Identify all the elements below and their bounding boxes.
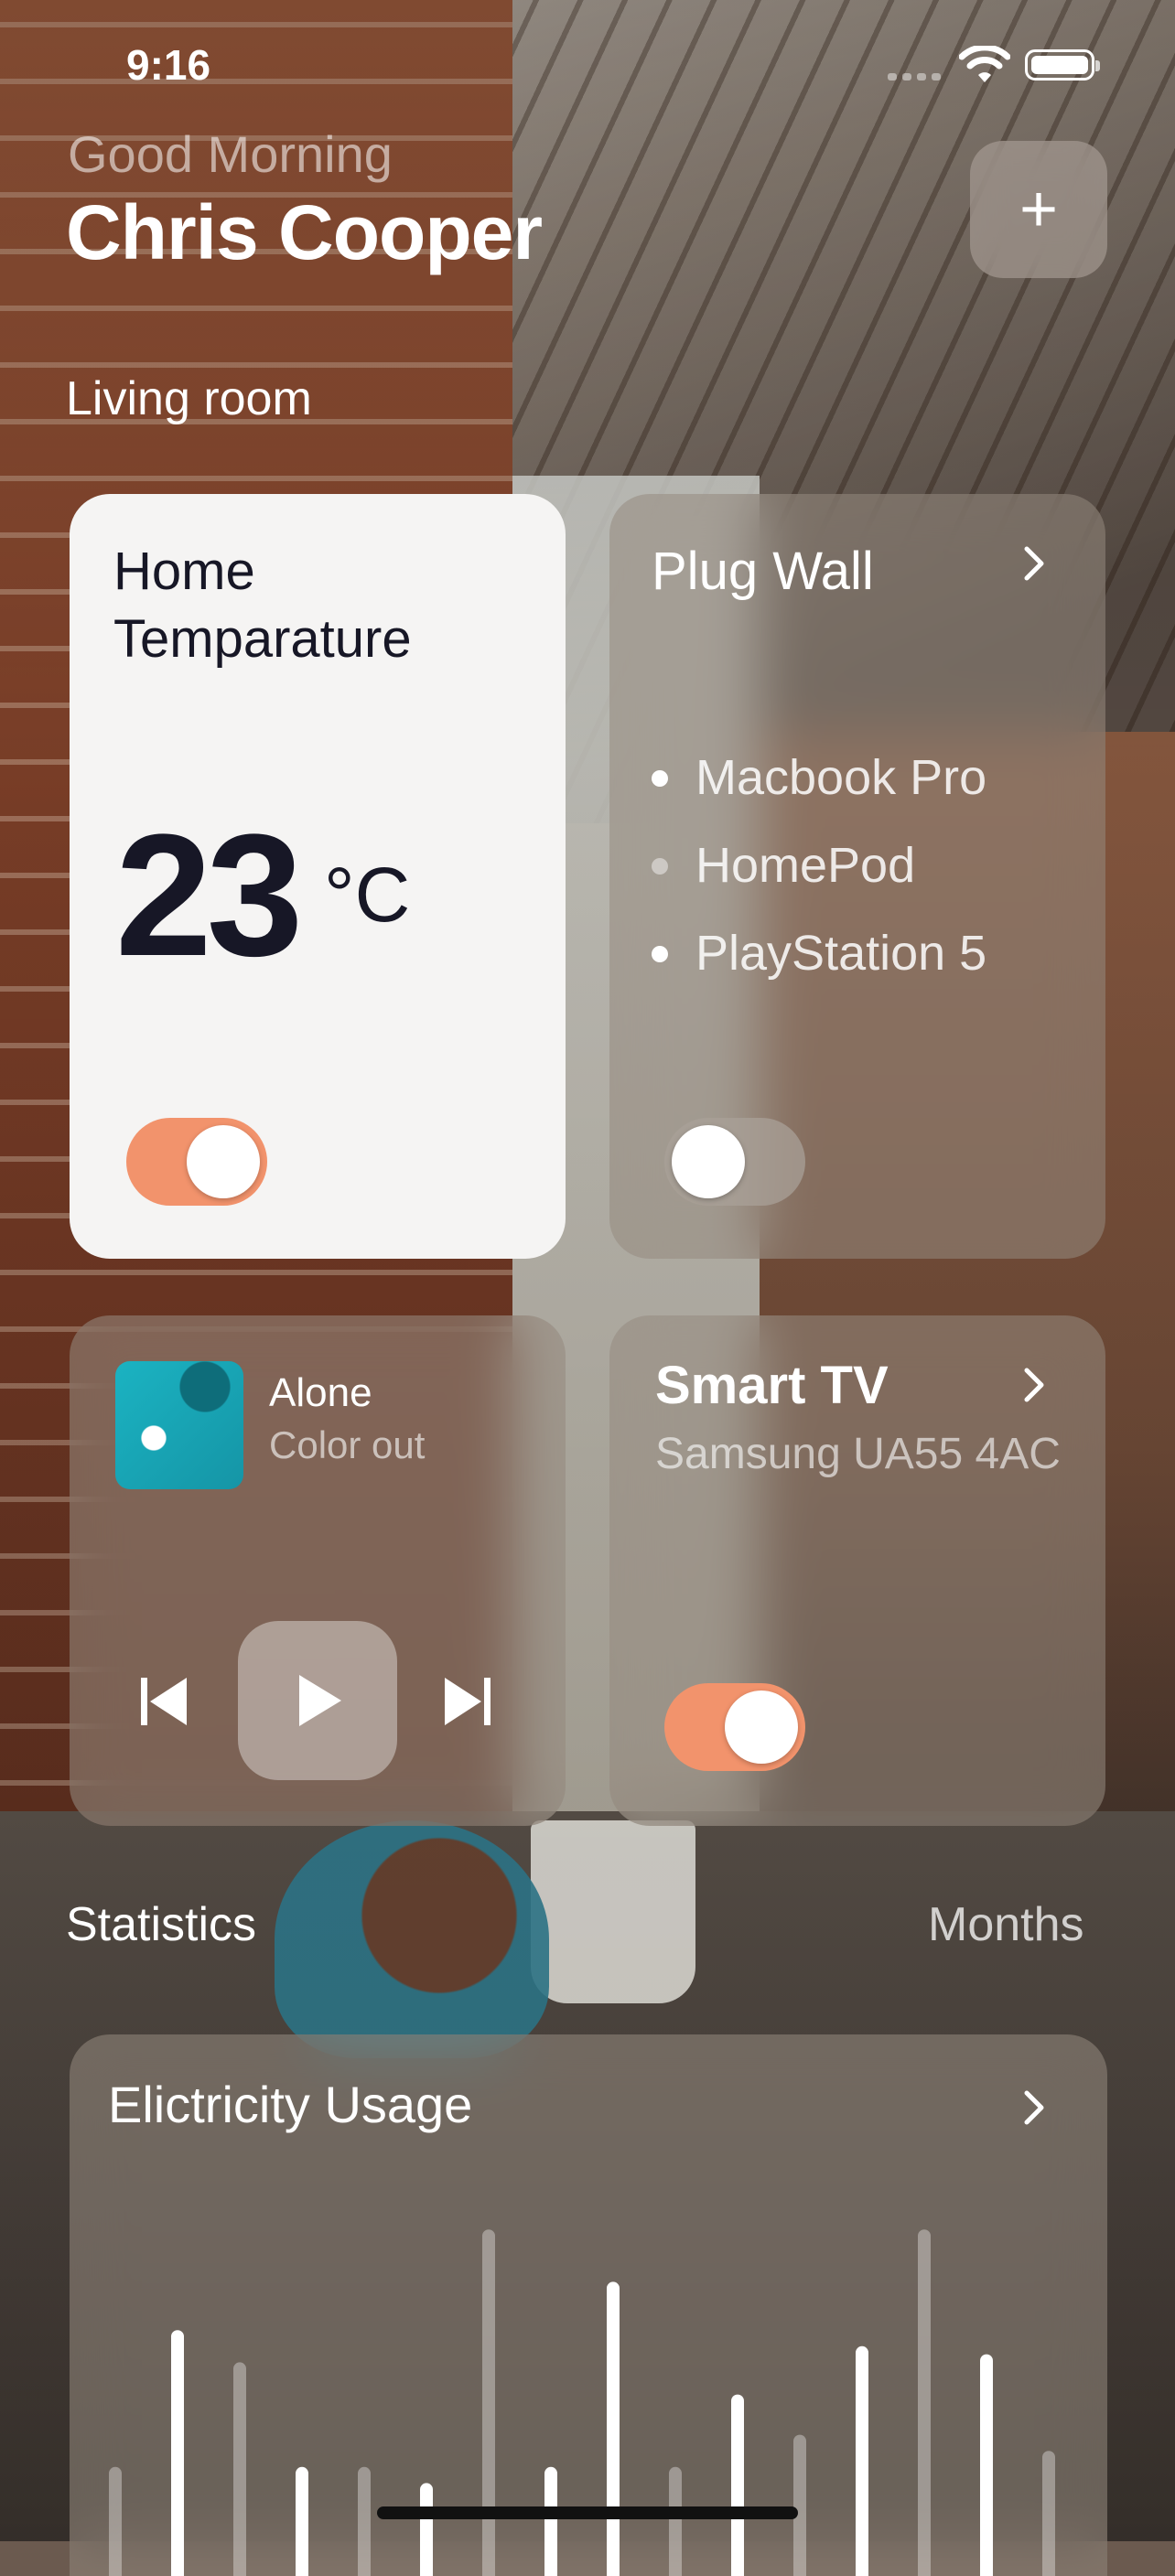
status-bar: 9:16 [0,0,1175,137]
usage-bar [171,2330,184,2576]
temperature-card[interactable]: Home Temparature 23 °C [70,494,566,1259]
usage-bar [980,2354,993,2576]
greeting-text: Good Morning [68,125,393,183]
user-name: Chris Cooper [66,189,543,275]
inactive-dot-icon [652,858,668,875]
plug-device-item: HomePod [652,821,986,909]
active-dot-icon [652,946,668,962]
section-title-living-room: Living room [66,372,312,425]
next-icon [445,1678,490,1725]
add-button[interactable]: + [970,141,1107,278]
plug-wall-title: Plug Wall [652,542,874,601]
temperature-card-title: Home Temparature [113,542,412,669]
smart-tv-title: Smart TV [655,1356,889,1415]
battery-icon [1025,49,1100,80]
usage-bar [544,2466,557,2576]
usage-bar [482,2229,495,2576]
plug-device-item: PlayStation 5 [652,909,986,997]
usage-bar [296,2466,308,2576]
chevron-right-icon[interactable] [1016,545,1052,582]
usage-bar [918,2229,931,2576]
usage-bar [669,2466,682,2576]
artist-name: Color out [269,1423,426,1466]
smart-tv-toggle[interactable] [664,1683,805,1771]
music-card[interactable]: Alone Color out [70,1315,566,1826]
plug-device-list: Macbook Pro HomePod PlayStation 5 [652,734,986,997]
song-title: Alone [269,1370,372,1415]
previous-icon [141,1678,187,1725]
status-time: 9:16 [126,41,211,89]
temperature-unit: °C [324,852,411,938]
usage-bar [233,2362,246,2576]
smart-tv-model: Samsung UA55 4AC [655,1430,1061,1478]
usage-bar-chart [109,2229,1055,2576]
play-icon [299,1675,341,1726]
usage-bar [109,2466,122,2576]
period-selector[interactable]: Months [928,1897,1084,1952]
home-indicator [377,2506,798,2519]
album-art [115,1361,243,1489]
play-button[interactable] [238,1621,397,1780]
temperature-toggle[interactable] [126,1118,267,1206]
previous-button[interactable] [134,1672,192,1731]
usage-bar [731,2394,744,2576]
plug-device-item: Macbook Pro [652,734,986,821]
electricity-usage-card[interactable]: Elictricity Usage [70,2034,1107,2576]
smart-tv-card[interactable]: Smart TV Samsung UA55 4AC [609,1315,1105,1826]
usage-bar [358,2466,371,2576]
plug-wall-toggle[interactable] [664,1118,805,1206]
usage-bar [420,2483,433,2576]
usage-bar [1042,2451,1055,2576]
chevron-right-icon[interactable] [1016,1367,1052,1403]
usage-bar [793,2434,806,2576]
section-title-statistics: Statistics [66,1898,257,1951]
active-dot-icon [652,770,668,787]
plug-wall-card[interactable]: Plug Wall Macbook Pro HomePod PlayStatio… [609,494,1105,1259]
wifi-icon [959,46,1010,82]
usage-bar [607,2281,620,2576]
usage-bar [856,2345,868,2576]
next-button[interactable] [439,1672,498,1731]
temperature-value: 23 [115,799,303,993]
cellular-icon [888,73,941,80]
